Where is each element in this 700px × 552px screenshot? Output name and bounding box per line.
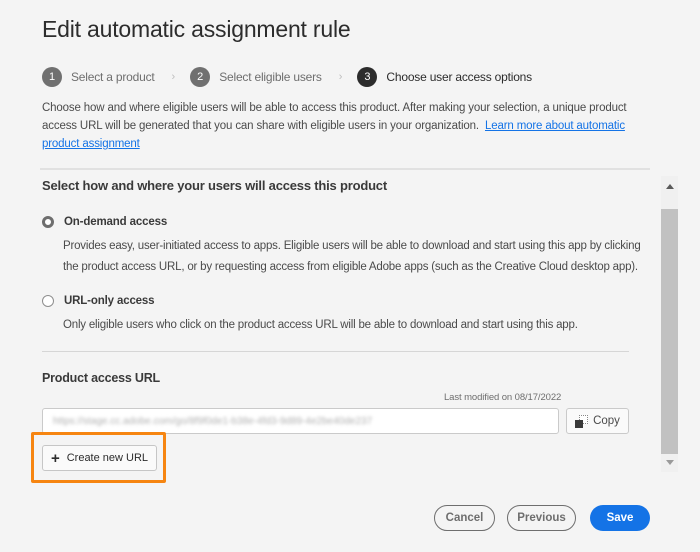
radio-button-checked[interactable] — [42, 216, 54, 228]
dialog-title: Edit automatic assignment rule — [42, 16, 351, 42]
radio-description: Provides easy, user-initiated access to … — [63, 240, 641, 273]
previous-button[interactable]: Previous — [507, 505, 576, 531]
step-label: Choose user access options — [386, 70, 532, 84]
copy-label: Copy — [593, 415, 620, 427]
radio-description: Only eligible users who click on the pro… — [63, 319, 578, 331]
step-label: Select a product — [71, 70, 155, 84]
step-select-product[interactable]: 1 Select a product — [42, 67, 155, 87]
scrollbar[interactable] — [661, 176, 678, 472]
create-label: Create new URL — [66, 452, 149, 464]
create-new-url-button[interactable]: + Create new URL — [42, 445, 157, 471]
step-number: 1 — [42, 67, 62, 87]
scroll-up-arrow-icon[interactable] — [661, 176, 678, 196]
save-button[interactable]: Save — [590, 505, 650, 531]
radio-on-demand[interactable]: On-demand access — [42, 216, 167, 228]
radio-button-unchecked[interactable] — [42, 295, 54, 307]
edit-rule-dialog: Edit automatic assignment rule 1 Select … — [0, 0, 700, 552]
url-value-blurred: https://stage.cc.adobe.com/go/8f9f0de1-b… — [53, 415, 373, 427]
cancel-button[interactable]: Cancel — [434, 505, 495, 531]
radio-url-only[interactable]: URL-only access — [42, 295, 155, 307]
step-number: 2 — [190, 67, 211, 87]
stepper: 1 Select a product › 2 Select eligible u… — [42, 67, 532, 87]
step-select-users[interactable]: 2 Select eligible users — [190, 67, 322, 87]
step-number: 3 — [357, 67, 378, 87]
scrollbar-thumb[interactable] — [661, 209, 678, 454]
chevron-right-icon: › — [338, 71, 343, 83]
last-modified-date: Last modified on 08/17/2022 — [444, 392, 562, 403]
section-title: Select how and where your users will acc… — [42, 178, 387, 193]
url-section-title: Product access URL — [42, 371, 160, 385]
intro-text: Choose how and where eligible users will… — [42, 99, 642, 153]
plus-icon: + — [50, 449, 60, 467]
copy-button[interactable]: Copy — [566, 408, 629, 434]
copy-icon — [575, 414, 589, 428]
divider — [42, 351, 629, 352]
scrollable-content: Select how and where your users will acc… — [0, 170, 700, 475]
radio-label: URL-only access — [64, 295, 155, 307]
step-access-options: 3 Choose user access options — [357, 67, 532, 87]
radio-label: On-demand access — [64, 216, 168, 228]
product-access-url-field[interactable]: https://stage.cc.adobe.com/go/8f9f0de1-b… — [42, 408, 559, 434]
scroll-down-arrow-icon[interactable] — [661, 452, 678, 472]
chevron-right-icon: › — [171, 71, 176, 83]
step-label: Select eligible users — [219, 70, 322, 84]
